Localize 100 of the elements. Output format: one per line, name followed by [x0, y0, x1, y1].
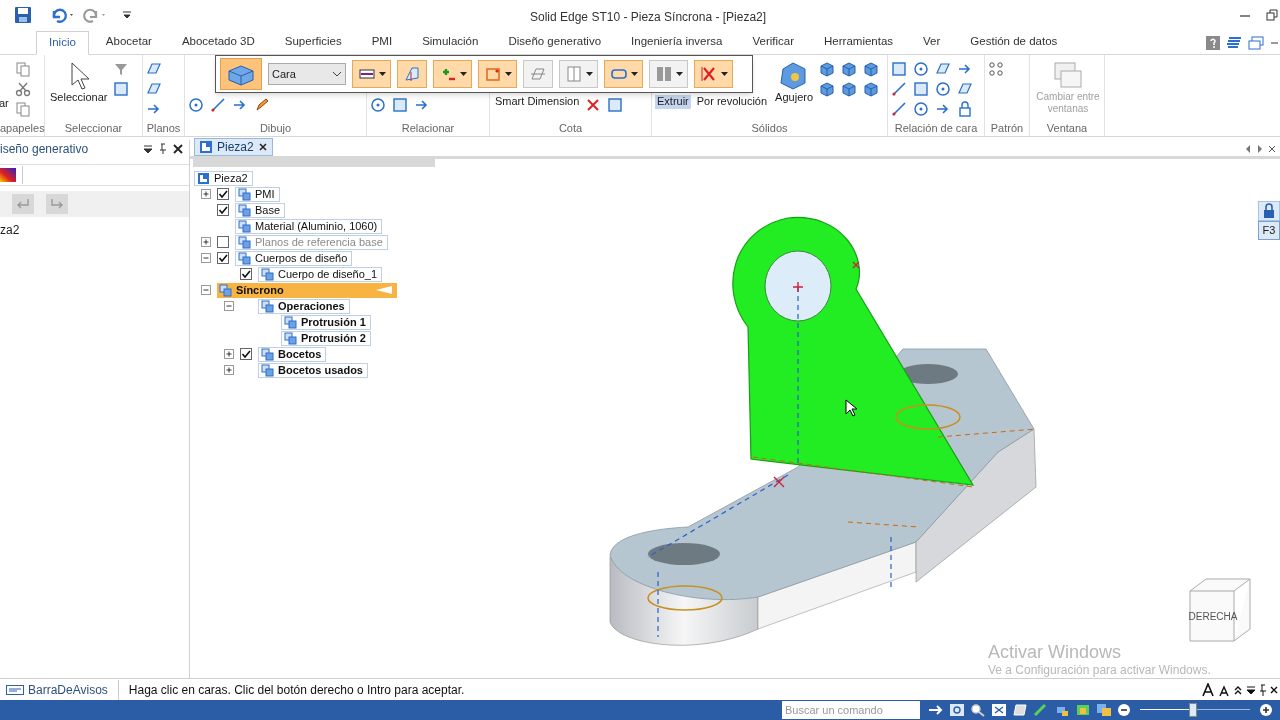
checkbox[interactable]: [217, 236, 229, 248]
square-icon[interactable]: [891, 61, 907, 77]
circle-icon[interactable]: [913, 61, 929, 77]
tree-item[interactable]: Operaciones: [258, 298, 350, 314]
pencil-icon[interactable]: [254, 97, 270, 113]
ribbon-tab[interactable]: Inicio: [36, 31, 89, 55]
expand-icon[interactable]: [201, 188, 212, 200]
arrow-icon[interactable]: [928, 703, 944, 717]
ribbon-tab[interactable]: Gestión de datos: [957, 30, 1071, 54]
fit-icon[interactable]: [991, 703, 1007, 717]
scroll-left-icon[interactable]: [1244, 143, 1252, 155]
plane-icon[interactable]: [146, 61, 162, 77]
tree-item[interactable]: Protrusión 1: [281, 314, 371, 330]
zoom-slider-thumb[interactable]: [1188, 703, 1197, 717]
toggle-button[interactable]: [604, 60, 643, 88]
ribbon-button[interactable]: Por revolución: [694, 95, 770, 109]
selection-type-dropdown[interactable]: Cara: [268, 63, 346, 85]
tree-item[interactable]: Cuerpos de diseño: [235, 250, 353, 266]
display-icon[interactable]: [1075, 703, 1091, 717]
solid-icon[interactable]: [819, 61, 836, 77]
toggle-button[interactable]: [433, 60, 472, 88]
undo-icon[interactable]: [50, 6, 76, 24]
plane-icon[interactable]: [957, 81, 973, 97]
circle-icon[interactable]: [913, 101, 929, 117]
tree-item[interactable]: Material (Aluminio, 1060): [235, 218, 383, 234]
pattern-icon[interactable]: [988, 61, 1004, 77]
toggle-button[interactable]: [397, 60, 427, 88]
collapse-icon[interactable]: [201, 252, 212, 264]
tree-item[interactable]: Síncrono: [217, 282, 397, 298]
ribbon-button[interactable]: Seleccionar: [48, 59, 110, 105]
ribbon-tab[interactable]: Herramientas: [811, 30, 907, 54]
solid-icon[interactable]: [863, 61, 880, 77]
checkbox[interactable]: [217, 252, 229, 264]
select-body-button[interactable]: [220, 58, 262, 90]
caret-icon[interactable]: [143, 143, 153, 155]
tree-item[interactable]: Protrusión 2: [281, 330, 371, 346]
toggle-button[interactable]: [478, 60, 517, 88]
toggle-button[interactable]: [523, 60, 553, 88]
scissors-icon[interactable]: [14, 81, 31, 97]
circle-icon[interactable]: [370, 97, 386, 113]
message-bar-button[interactable]: BarraDeAvisos: [6, 679, 119, 700]
ribbon-tab[interactable]: PMI: [358, 30, 406, 54]
document-tab[interactable]: Pieza2: [194, 138, 273, 156]
gradient-icon[interactable]: [0, 166, 23, 184]
square-icon[interactable]: [607, 97, 624, 113]
cross-icon[interactable]: [585, 97, 602, 113]
close-icon[interactable]: [257, 142, 268, 152]
solid-icon[interactable]: [841, 61, 858, 77]
ribbon-button[interactable]: Extruir: [655, 95, 691, 109]
tree-item[interactable]: PMI: [235, 186, 280, 202]
restore-icon[interactable]: [1266, 9, 1278, 21]
redo-icon[interactable]: [82, 6, 108, 24]
lock-icon[interactable]: [1258, 201, 1280, 221]
command-search-field[interactable]: Buscar un comando: [782, 701, 920, 719]
checkbox[interactable]: [217, 188, 229, 200]
line-icon[interactable]: [210, 97, 226, 113]
toggle-button[interactable]: [352, 60, 391, 88]
tree-item[interactable]: Pieza2: [194, 170, 253, 186]
square-icon[interactable]: [392, 97, 408, 113]
expand-icon[interactable]: [201, 236, 212, 248]
checkbox[interactable]: [240, 268, 252, 280]
close-icon[interactable]: [173, 143, 183, 155]
tree-item[interactable]: Base: [235, 202, 286, 218]
checkbox[interactable]: [240, 348, 252, 360]
checkbox[interactable]: [217, 204, 229, 216]
line-icon[interactable]: [891, 101, 907, 117]
windows-icon[interactable]: [1248, 36, 1264, 50]
ribbon-tab[interactable]: Abocetado 3D: [168, 30, 268, 54]
font-larger-icon[interactable]: [1201, 682, 1215, 697]
line-icon[interactable]: [891, 81, 907, 97]
zoom-icon[interactable]: [970, 703, 986, 717]
close-icon[interactable]: [1268, 143, 1276, 155]
zoom-area-icon[interactable]: [949, 703, 965, 717]
layers-icon[interactable]: [1096, 703, 1112, 717]
ribbon-button[interactable]: ar: [0, 97, 11, 111]
plane-icon[interactable]: [935, 61, 951, 77]
resize-handle[interactable]: [193, 159, 435, 167]
collapse-icon[interactable]: [224, 300, 235, 312]
toggle-button[interactable]: [559, 60, 598, 88]
tree-item[interactable]: Bocetos: [258, 346, 327, 362]
tree-item[interactable]: Bocetos usados: [258, 362, 368, 378]
solid-icon[interactable]: [841, 81, 858, 97]
solid-icon[interactable]: [819, 81, 836, 97]
zoom-in-icon[interactable]: [1259, 703, 1273, 717]
help-icon[interactable]: [1206, 36, 1220, 50]
ribbon-tab[interactable]: Simulación: [409, 30, 492, 54]
solid-icon[interactable]: [863, 81, 880, 97]
ribbon-button[interactable]: Agujero: [773, 59, 816, 105]
lock-icon[interactable]: [957, 101, 973, 117]
ribbon-tab[interactable]: Diseño generativo: [495, 30, 615, 54]
ribbon-tab[interactable]: Ingeniería inversa: [618, 30, 736, 54]
ribbon-tab[interactable]: Superficies: [271, 30, 355, 54]
save-icon[interactable]: [14, 6, 32, 24]
scroll-right-icon[interactable]: [1256, 143, 1264, 155]
collapse-icon[interactable]: [201, 284, 212, 296]
square-icon[interactable]: [913, 81, 929, 97]
expand-icon[interactable]: [224, 364, 235, 376]
ribbon-tab[interactable]: Verificar: [739, 30, 808, 54]
pin-icon[interactable]: [1259, 682, 1267, 697]
funnel-icon[interactable]: [113, 61, 130, 77]
